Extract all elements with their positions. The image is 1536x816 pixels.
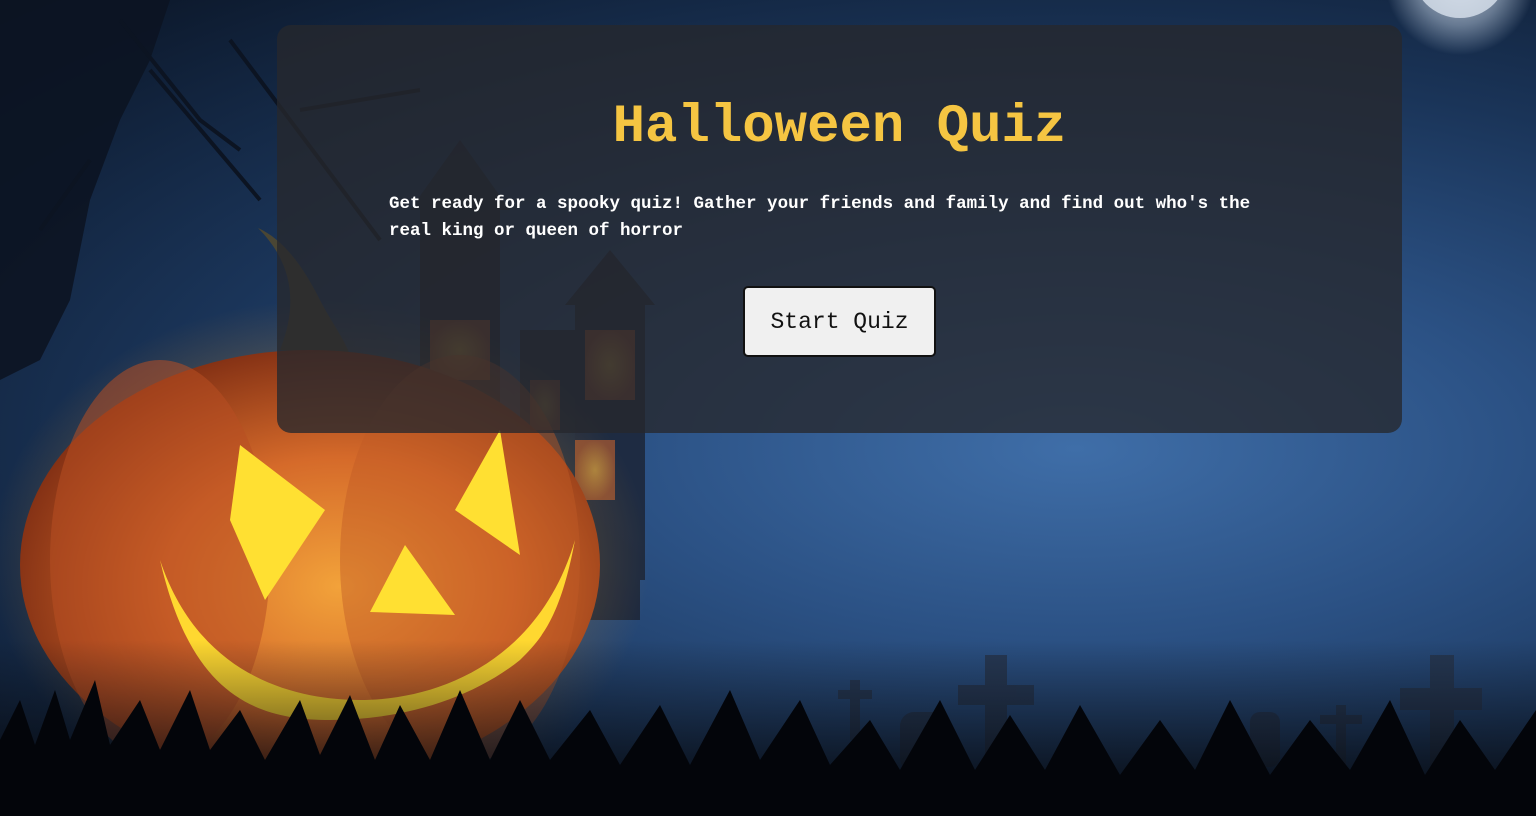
quiz-intro-card: Halloween Quiz Get ready for a spooky qu… bbox=[277, 25, 1402, 433]
start-quiz-button[interactable]: Start Quiz bbox=[743, 286, 936, 357]
bare-tree bbox=[0, 0, 170, 380]
intro-text: Get ready for a spooky quiz! Gather your… bbox=[389, 194, 1251, 241]
page-title: Halloween Quiz bbox=[612, 97, 1067, 158]
